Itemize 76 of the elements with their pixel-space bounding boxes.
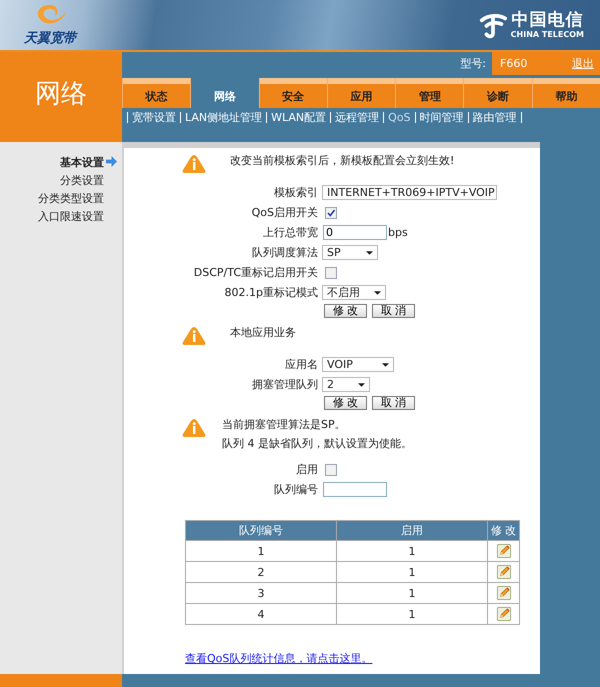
form-button[interactable]: 修 改 (324, 304, 367, 318)
model-label: 型号: (460, 56, 486, 71)
caret-icon (382, 362, 389, 366)
pencil-edit-icon[interactable] (496, 565, 510, 579)
checkbox[interactable] (325, 464, 337, 476)
subnav-link[interactable]: 时间管理 (420, 110, 464, 124)
table-cell: 1 (186, 540, 336, 562)
arrow-right-icon (106, 156, 117, 167)
product-logo-text: 天翼宽带 (24, 30, 76, 47)
nav-tab[interactable]: 安全 (258, 78, 327, 108)
subnav-link[interactable]: LAN侧地址管理 (185, 110, 262, 124)
sidebar-item[interactable]: 分类设置 (60, 172, 104, 188)
column-header: 队列编号 (186, 520, 336, 540)
caret-icon (366, 250, 373, 254)
caret-icon (358, 382, 365, 386)
model-value: F660 (500, 57, 528, 70)
field-label: 802.1p重标记模式 (224, 285, 319, 301)
brand-name: 中国电信 (511, 11, 584, 30)
column-header: 修 改 (488, 520, 520, 540)
form-button[interactable]: 取 消 (372, 396, 415, 410)
sidebar-item[interactable]: 基本设置 (60, 154, 104, 170)
table-cell: 4 (186, 604, 336, 624)
section-title: 网络 (35, 78, 87, 110)
field-label: QoS启用开关 (250, 205, 319, 221)
notice-text: 队列 4 是缺省队列，默认设置为使能。 (222, 437, 412, 451)
input-field[interactable]: 0 (323, 225, 387, 240)
table-cell: 1 (336, 604, 488, 624)
notice-text: 改变当前模板索引后，新模板配置会立刻生效! (230, 154, 454, 168)
nav-tab[interactable]: 帮助 (532, 78, 600, 108)
pencil-edit-icon[interactable] (496, 544, 510, 558)
subnav-link[interactable]: 宽带设置 (132, 110, 176, 124)
table-cell: 1 (336, 540, 488, 562)
warning-icon (182, 154, 206, 174)
input-field[interactable] (323, 482, 387, 497)
nav-tab[interactable]: 管理 (395, 78, 464, 108)
warning-icon (182, 418, 206, 438)
dropdown[interactable]: 不启用 (322, 285, 386, 300)
pencil-edit-icon[interactable] (496, 586, 510, 600)
nav-tab[interactable]: 诊断 (463, 78, 532, 108)
sidebar-item[interactable]: 分类类型设置 (38, 190, 104, 206)
field-label: 启用 (295, 462, 319, 478)
table-cell: 1 (336, 582, 488, 604)
subnav-link[interactable]: 路由管理 (472, 110, 517, 124)
subnav-link[interactable]: 远程管理 (335, 110, 380, 124)
field-label: 队列调度算法 (251, 245, 319, 261)
form-button[interactable]: 修 改 (324, 396, 367, 410)
unit-label: bps (388, 226, 408, 239)
form-button[interactable]: 取 消 (372, 304, 415, 318)
caret-icon (374, 290, 381, 294)
dropdown[interactable]: VOIP (322, 357, 394, 372)
field-label: 应用名 (284, 357, 319, 373)
table-cell: 3 (186, 582, 336, 604)
field-label: 模板索引 (273, 185, 319, 201)
warning-icon (182, 326, 206, 346)
table-cell: 2 (186, 562, 336, 582)
column-header: 启用 (336, 520, 488, 540)
pencil-edit-icon[interactable] (496, 607, 510, 621)
notice-text: 当前拥塞管理算法是SP。 (222, 418, 347, 432)
subnav-link[interactable]: WLAN配置 (271, 110, 326, 124)
brand-subtitle: CHINA TELECOM (510, 30, 584, 39)
checkbox[interactable] (325, 206, 337, 218)
field-label: 上行总带宽 (262, 225, 319, 241)
checkbox[interactable] (325, 266, 337, 278)
telecom-logo-icon (478, 11, 507, 39)
field-label: DSCP/TC重标记启用开关 (192, 265, 319, 281)
dropdown[interactable]: SP (322, 245, 378, 260)
field-label: 拥塞管理队列 (251, 377, 319, 393)
sidebar-item[interactable]: 入口限速设置 (38, 208, 104, 224)
nav-tab[interactable]: 状态 (122, 78, 190, 108)
field-label: 队列编号 (273, 482, 319, 498)
dropdown[interactable]: 2 (322, 377, 370, 392)
notice-text: 本地应用业务 (230, 326, 296, 340)
nav-tab[interactable]: 应用 (326, 78, 396, 108)
table-cell: 1 (336, 562, 488, 582)
stats-link[interactable]: 查看QoS队列统计信息，请点击这里。 (185, 651, 372, 666)
dropdown[interactable]: INTERNET+TR069+IPTV+VOIP (322, 185, 497, 200)
